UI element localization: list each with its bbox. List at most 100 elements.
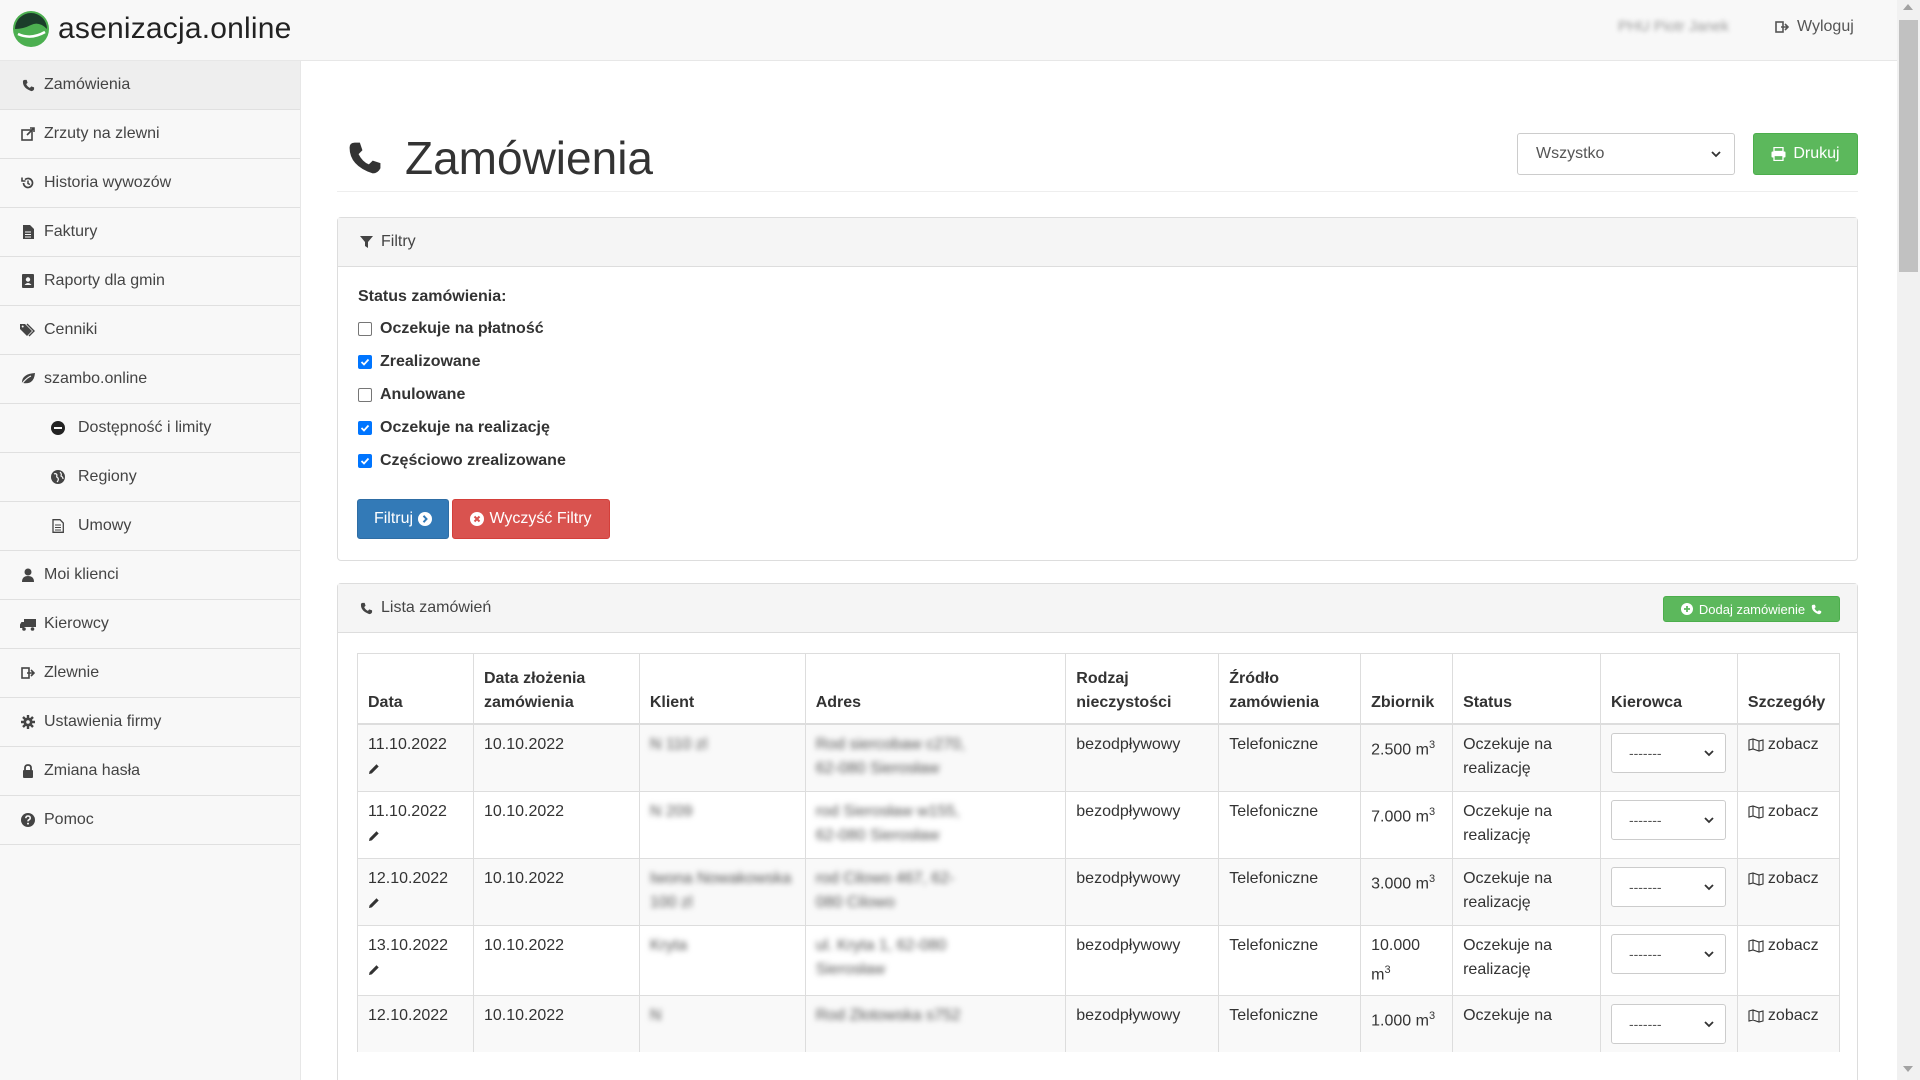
date-value: 12.10.2022 [368, 1006, 449, 1024]
orders-heading-label: Lista zamówień [381, 599, 492, 616]
clear-filters-button[interactable]: Wyczyść Filtry [452, 499, 610, 539]
status-line1: Oczekuje na [1463, 802, 1553, 820]
filter-button[interactable]: Filtruj [357, 499, 449, 539]
pencil-icon[interactable] [368, 759, 380, 783]
print-button[interactable]: Drukuj [1753, 133, 1858, 175]
logout-link[interactable]: Wyloguj [1775, 18, 1854, 36]
details-link-label: zobacz [1767, 869, 1819, 887]
orders-panel: Lista zamówień Dodaj zamówienie Data Dat… [337, 583, 1858, 1080]
pencil-icon[interactable] [368, 893, 380, 917]
pencil-icon[interactable] [368, 960, 380, 984]
user-name: PHU Piotr Janek [1618, 18, 1729, 35]
sidebar-item-historia[interactable]: Historia wywozów [0, 159, 300, 208]
client-value: N 209 [649, 802, 693, 820]
col-client[interactable]: Klient [638, 653, 806, 725]
cell-tank: 10.000 m3 [1360, 924, 1453, 996]
scroll-up-arrow-icon[interactable] [1903, 4, 1913, 10]
col-created[interactable]: Data złożenia zamówienia [472, 653, 640, 725]
print-icon [1771, 147, 1786, 161]
cell-type: bezodpływowy [1065, 857, 1219, 925]
cell-source: Telefoniczne [1218, 857, 1361, 925]
date-value: 11.10.2022 [368, 802, 447, 820]
client-value: N 110 zl [649, 735, 708, 753]
status-checkbox-czesciowo[interactable]: Częściowo zrealizowane [358, 452, 566, 470]
order-scope-select[interactable]: Wszystko [1517, 133, 1735, 175]
sidebar-item-dostepnosc[interactable]: Dostępność i limity [0, 404, 300, 453]
sidebar-item-regiony[interactable]: Regiony [0, 453, 300, 502]
details-link[interactable]: zobacz [1748, 733, 1819, 757]
details-link[interactable]: zobacz [1748, 1004, 1819, 1028]
tank-unit-exp: 3 [1428, 872, 1436, 885]
cell-client: N 110 zl [638, 723, 806, 791]
sidebar-item-label: szambo.online [44, 370, 148, 387]
col-driver[interactable]: Kierowca [1599, 653, 1738, 725]
filters-heading[interactable]: Filtry [338, 218, 1857, 267]
col-source[interactable]: Źródło zamówienia [1218, 653, 1361, 725]
filters-panel: Filtry Status zamówienia: Oczekuje na pł… [337, 217, 1858, 561]
page-scrollbar[interactable] [1897, 0, 1920, 1080]
sidebar-item-szambo[interactable]: szambo.online [0, 355, 300, 404]
driver-select[interactable]: ------- [1610, 732, 1726, 773]
sidebar-item-pomoc[interactable]: Pomoc [0, 796, 300, 845]
status-checkbox-oczekuje-realizacje[interactable]: Oczekuje na realizację [358, 419, 550, 437]
col-details[interactable]: Szczegóły [1736, 653, 1841, 725]
checkbox[interactable] [358, 421, 372, 435]
details-link[interactable]: zobacz [1748, 800, 1819, 824]
brand[interactable]: asenizacja.online [12, 10, 292, 48]
chevron-down-icon [1704, 950, 1714, 957]
cell-date: 13.10.2022 [357, 924, 474, 996]
checkbox[interactable] [358, 388, 372, 402]
pencil-icon[interactable] [368, 826, 380, 850]
sidebar-item-kierowcy[interactable]: Kierowcy [0, 600, 300, 649]
address-line1: rod Cilowo 467, 62- [815, 869, 955, 887]
sidebar-item-label: Historia wywozów [44, 174, 172, 191]
table-row: 12.10.2022 10.10.2022 Iwona Nowakowska 1… [357, 857, 1841, 925]
sidebar-item-umowy[interactable]: Umowy [0, 502, 300, 551]
sidebar-item-label: Pomoc [44, 811, 94, 828]
col-status[interactable]: Status [1452, 653, 1601, 725]
driver-select[interactable]: ------- [1610, 866, 1726, 907]
sidebar-item-zrzuty[interactable]: Zrzuty na zlewni [0, 110, 300, 159]
driver-select-value: ------- [1628, 1015, 1662, 1032]
driver-select-value: ------- [1628, 811, 1662, 828]
details-link[interactable]: zobacz [1748, 867, 1819, 891]
col-date[interactable]: Data [357, 653, 474, 725]
tank-value: 10.000 [1371, 936, 1421, 954]
cell-client: N [638, 994, 806, 1052]
status-checkbox-anulowane[interactable]: Anulowane [358, 386, 465, 404]
sidebar-item-ustawienia[interactable]: Ustawienia firmy [0, 698, 300, 747]
sidebar-item-cenniki[interactable]: Cenniki [0, 306, 300, 355]
checkbox[interactable] [358, 355, 372, 369]
status-checkbox-oczekuje-platnosc[interactable]: Oczekuje na płatność [358, 320, 544, 338]
chevron-down-icon [1704, 883, 1714, 890]
sidebar-item-faktury[interactable]: Faktury [0, 208, 300, 257]
driver-select[interactable]: ------- [1610, 1003, 1726, 1044]
client-value: Kryta [649, 936, 688, 954]
sidebar-item-klienci[interactable]: Moi klienci [0, 551, 300, 600]
tank-unit: m [1415, 807, 1429, 825]
tank-value: 1.000 [1371, 1012, 1412, 1030]
add-order-button[interactable]: Dodaj zamówienie [1663, 596, 1840, 622]
sidebar-item-zamowienia[interactable]: Zamówienia [0, 61, 300, 110]
sidebar-item-haslo[interactable]: Zmiana hasła [0, 747, 300, 796]
user-icon [20, 567, 36, 583]
status-checkbox-zrealizowane[interactable]: Zrealizowane [358, 353, 480, 371]
scroll-down-arrow-icon[interactable] [1903, 1066, 1913, 1072]
question-circle-icon [20, 812, 36, 828]
col-address[interactable]: Adres [804, 653, 1066, 725]
col-tank[interactable]: Zbiornik [1360, 653, 1453, 725]
cell-details: zobacz [1736, 857, 1841, 925]
scroll-thumb[interactable] [1899, 20, 1918, 272]
driver-select[interactable]: ------- [1610, 933, 1726, 974]
sidebar-item-raporty[interactable]: Raporty dla gmin [0, 257, 300, 306]
checkbox[interactable] [358, 322, 372, 336]
checkbox[interactable] [358, 454, 372, 468]
status-line1: Oczekuje na [1463, 1006, 1553, 1024]
filter-icon [360, 235, 373, 248]
driver-select[interactable]: ------- [1610, 799, 1726, 840]
details-link[interactable]: zobacz [1748, 934, 1819, 958]
col-type[interactable]: Rodzaj nieczystości [1065, 653, 1219, 725]
cell-driver: ------- [1599, 723, 1738, 791]
sidebar-item-zlewnie[interactable]: Zlewnie [0, 649, 300, 698]
tank-unit-exp: 3 [1384, 963, 1391, 976]
